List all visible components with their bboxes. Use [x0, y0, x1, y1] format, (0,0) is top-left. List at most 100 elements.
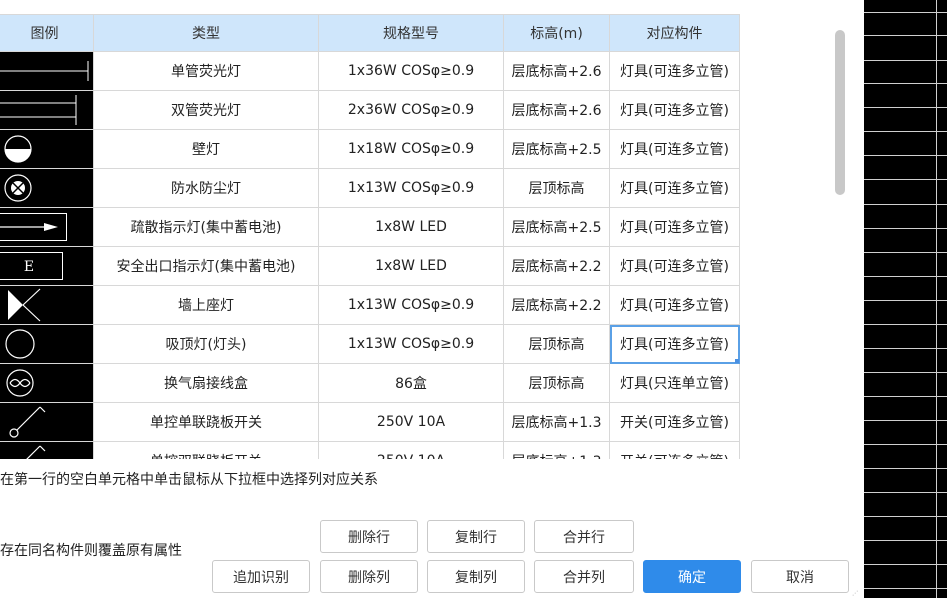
elevation-cell[interactable]: 层底标高+1.3	[503, 402, 610, 442]
spec-cell[interactable]: 1x13W COSφ≥0.9	[318, 324, 504, 364]
cancel-button[interactable]: 取消	[751, 560, 849, 593]
column-header-elevation[interactable]: 标高(m)	[503, 14, 610, 52]
spec-cell[interactable]: 1x8W LED	[318, 246, 504, 286]
exit-indicator-icon: E	[0, 252, 63, 280]
table-row[interactable]: 单控单联跷板开关 250V 10A 层底标高+1.3 开关(可连多立管)	[0, 402, 740, 442]
type-cell[interactable]: 吸顶灯(灯头)	[93, 324, 319, 364]
legend-table-container: 图例 类型 规格型号 标高(m) 对应构件 单管荧光灯 1x36W COSφ≥0…	[0, 14, 848, 459]
delete-column-button[interactable]: 删除列	[320, 560, 418, 593]
copy-column-button[interactable]: 复制列	[427, 560, 525, 593]
drawing-line	[864, 516, 947, 517]
scrollbar-thumb[interactable]	[835, 30, 845, 195]
table-row[interactable]: 单管荧光灯 1x36W COSφ≥0.9 层底标高+2.6 灯具(可连多立管)	[0, 51, 740, 91]
table-row[interactable]: 壁灯 1x18W COSφ≥0.9 层底标高+2.5 灯具(可连多立管)	[0, 129, 740, 169]
component-cell[interactable]: 灯具(可连多立管)	[609, 129, 740, 169]
type-cell[interactable]: 双管荧光灯	[93, 90, 319, 130]
column-header-spec[interactable]: 规格型号	[318, 14, 504, 52]
merge-column-button[interactable]: 合并列	[534, 560, 634, 593]
legend-cell[interactable]	[0, 51, 94, 91]
elevation-cell[interactable]: 层顶标高	[503, 363, 610, 403]
type-cell[interactable]: 单控单联跷板开关	[93, 402, 319, 442]
elevation-cell[interactable]: 层顶标高	[503, 168, 610, 208]
type-cell[interactable]: 单管荧光灯	[93, 51, 319, 91]
drawing-line	[864, 372, 947, 373]
type-cell[interactable]: 单控双联跷板开关	[93, 441, 319, 459]
legend-cell[interactable]	[0, 129, 94, 169]
type-cell[interactable]: 防水防尘灯	[93, 168, 319, 208]
legend-cell[interactable]	[0, 363, 94, 403]
table-row[interactable]: 墙上座灯 1x13W COSφ≥0.9 层底标高+2.2 灯具(可连多立管)	[0, 285, 740, 325]
append-recognition-button[interactable]: 追加识别	[212, 560, 310, 593]
spec-cell[interactable]: 1x36W COSφ≥0.9	[318, 51, 504, 91]
legend-cell[interactable]	[0, 285, 94, 325]
spec-cell[interactable]: 86盒	[318, 363, 504, 403]
elevation-cell[interactable]: 层底标高+1.3	[503, 441, 610, 459]
type-cell[interactable]: 换气扇接线盒	[93, 363, 319, 403]
spec-cell[interactable]: 1x13W COSφ≥0.9	[318, 168, 504, 208]
merge-row-button[interactable]: 合并行	[534, 520, 634, 553]
elevation-cell[interactable]: 层底标高+2.5	[503, 129, 610, 169]
component-cell-selected[interactable]: 灯具(可连多立管)	[609, 324, 740, 364]
ok-button[interactable]: 确定	[643, 560, 741, 593]
double-tube-fluorescent-icon	[0, 95, 77, 125]
legend-table: 图例 类型 规格型号 标高(m) 对应构件 单管荧光灯 1x36W COSφ≥0…	[0, 14, 740, 459]
type-cell[interactable]: 疏散指示灯(集中蓄电池)	[93, 207, 319, 247]
spec-cell[interactable]: 2x36W COSφ≥0.9	[318, 90, 504, 130]
delete-row-button[interactable]: 删除行	[320, 520, 418, 553]
wall-mount-lamp-icon	[8, 288, 41, 322]
overwrite-option-label[interactable]: 存在同名构件则覆盖原有属性	[0, 540, 182, 560]
elevation-cell[interactable]: 层底标高+2.5	[503, 207, 610, 247]
type-cell[interactable]: 墙上座灯	[93, 285, 319, 325]
single-tube-fluorescent-icon	[0, 61, 89, 81]
copy-row-button[interactable]: 复制行	[427, 520, 525, 553]
double-switch-icon	[26, 445, 46, 459]
table-row[interactable]: 单控双联跷板开关 250V 10A 层底标高+1.3 开关(可连多立管)	[0, 441, 740, 459]
drawing-line	[936, 0, 937, 598]
component-cell[interactable]: 灯具(可连多立管)	[609, 246, 740, 286]
component-cell[interactable]: 灯具(可连多立管)	[609, 51, 740, 91]
drawing-line	[864, 83, 947, 84]
legend-cell[interactable]: E	[0, 246, 94, 286]
legend-cell[interactable]	[0, 441, 94, 459]
svg-text:E: E	[24, 259, 34, 275]
drawing-line	[864, 252, 947, 253]
component-cell[interactable]: 灯具(可连多立管)	[609, 168, 740, 208]
spec-cell[interactable]: 250V 10A	[318, 402, 504, 442]
table-row[interactable]: 防水防尘灯 1x13W COSφ≥0.9 层顶标高 灯具(可连多立管)	[0, 168, 740, 208]
table-row[interactable]: E 安全出口指示灯(集中蓄电池) 1x8W LED 层底标高+2.2 灯具(可连…	[0, 246, 740, 286]
elevation-cell[interactable]: 层底标高+2.2	[503, 246, 610, 286]
type-cell[interactable]: 壁灯	[93, 129, 319, 169]
table-row[interactable]: 换气扇接线盒 86盒 层顶标高 灯具(只连单立管)	[0, 363, 740, 403]
column-header-component[interactable]: 对应构件	[609, 14, 740, 52]
table-row[interactable]: 吸顶灯(灯头) 1x13W COSφ≥0.9 层顶标高 灯具(可连多立管)	[0, 324, 740, 364]
legend-cell[interactable]	[0, 207, 94, 247]
resize-grip-icon[interactable]: ⋰	[852, 590, 858, 597]
elevation-cell[interactable]: 层底标高+2.6	[503, 51, 610, 91]
component-cell[interactable]: 灯具(可连多立管)	[609, 285, 740, 325]
component-cell[interactable]: 灯具(可连多立管)	[609, 207, 740, 247]
table-row[interactable]: 疏散指示灯(集中蓄电池) 1x8W LED 层底标高+2.5 灯具(可连多立管)	[0, 207, 740, 247]
component-cell[interactable]: 开关(可连多立管)	[609, 402, 740, 442]
drawing-line	[864, 131, 947, 132]
legend-cell[interactable]	[0, 168, 94, 208]
table-row[interactable]: 双管荧光灯 2x36W COSφ≥0.9 层底标高+2.6 灯具(可连多立管)	[0, 90, 740, 130]
legend-cell[interactable]	[0, 324, 94, 364]
spec-cell[interactable]: 1x18W COSφ≥0.9	[318, 129, 504, 169]
elevation-cell[interactable]: 层底标高+2.2	[503, 285, 610, 325]
spec-cell[interactable]: 250V 10A	[318, 441, 504, 459]
legend-cell[interactable]	[0, 90, 94, 130]
selection-handle[interactable]	[735, 359, 739, 363]
evacuation-indicator-icon	[0, 213, 67, 241]
elevation-cell[interactable]: 层底标高+2.6	[503, 90, 610, 130]
legend-cell[interactable]	[0, 402, 94, 442]
column-header-legend[interactable]: 图例	[0, 14, 94, 52]
spec-cell[interactable]: 1x8W LED	[318, 207, 504, 247]
component-cell[interactable]: 灯具(可连多立管)	[609, 90, 740, 130]
drawing-line	[864, 420, 947, 421]
elevation-cell[interactable]: 层顶标高	[503, 324, 610, 364]
spec-cell[interactable]: 1x13W COSφ≥0.9	[318, 285, 504, 325]
type-cell[interactable]: 安全出口指示灯(集中蓄电池)	[93, 246, 319, 286]
column-header-type[interactable]: 类型	[93, 14, 319, 52]
component-cell[interactable]: 开关(可连多立管)	[609, 441, 740, 459]
component-cell[interactable]: 灯具(只连单立管)	[609, 363, 740, 403]
